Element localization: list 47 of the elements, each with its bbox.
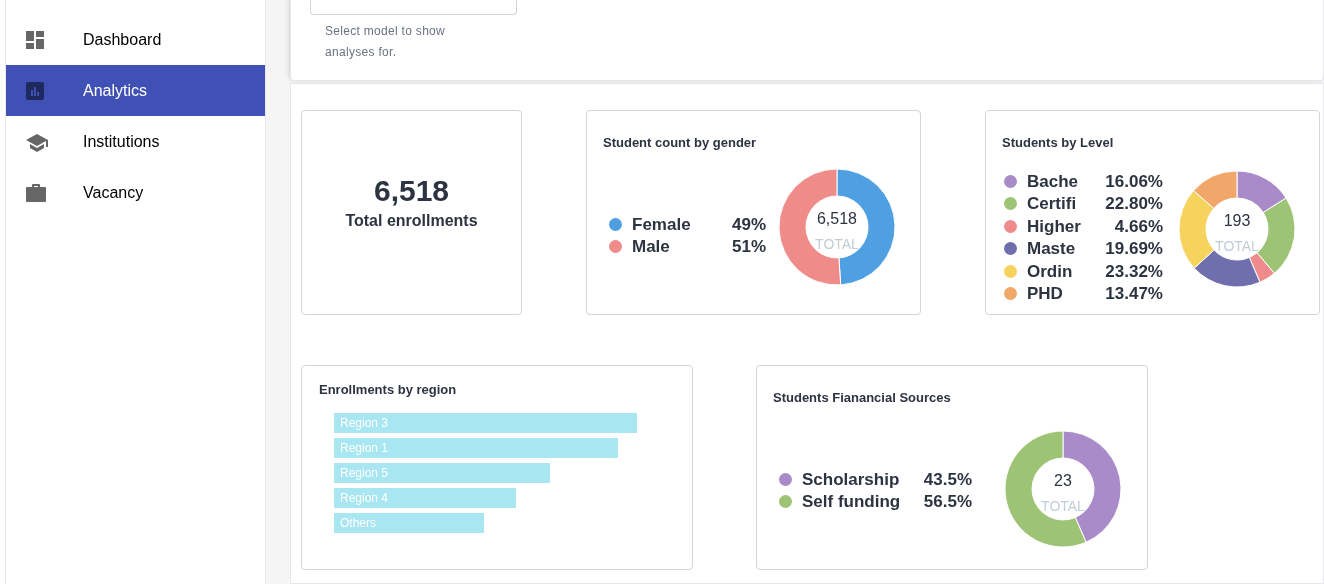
legend-label: Certifi [1027, 194, 1077, 213]
card-title: Students by Level [1002, 134, 1114, 152]
legend-label: Self funding [802, 492, 901, 511]
donut-total-label: TOTAL [814, 235, 860, 254]
region-bar: Region 5 [334, 462, 550, 483]
bar-chart-icon [25, 80, 45, 101]
legend-percent: 43.5% [922, 468, 972, 491]
nav-item[interactable]: Analytics [6, 65, 265, 116]
legend-label: Male [632, 237, 670, 256]
legend-percent: 56.5% [922, 491, 972, 513]
donut-total-label: TOTAL [1214, 237, 1260, 256]
dashboard-icon [25, 29, 45, 50]
nav-item[interactable]: Dashboard [6, 14, 265, 65]
legend-percent: 19.69% [1104, 238, 1163, 260]
card-title: Students Fianancial Sources [773, 389, 951, 407]
card-title: Student count by gender [603, 134, 757, 152]
legend-percent: 51% [730, 236, 766, 258]
region-bar: Others [334, 512, 484, 533]
helper-text: Select model to show analyses for. [324, 23, 447, 61]
legend-percent: 4.66% [1113, 215, 1163, 238]
card-title: Enrollments by region [319, 381, 458, 399]
legend-percent: 49% [730, 213, 766, 236]
donut-total-label: TOTAL [1040, 497, 1086, 516]
legend-label: Scholarship [802, 469, 900, 489]
legend-label: Ordin [1027, 261, 1073, 281]
region-bar: Region 4 [334, 487, 516, 508]
nav-item[interactable]: Vacancy [6, 167, 265, 218]
region-bar: Region 3 [334, 412, 637, 433]
total-label: Total enrollments [345, 210, 478, 231]
legend-percent: 23.32% [1104, 260, 1163, 283]
graduation-cap-icon [25, 131, 49, 152]
legend-label: Higher [1027, 216, 1081, 236]
legend-label: Bache [1027, 171, 1079, 191]
region-bar: Region 1 [334, 437, 618, 458]
nav-item[interactable]: Institutions [6, 116, 265, 167]
legend-label: Female [632, 214, 691, 234]
donut-total: 193 [1222, 211, 1252, 231]
donut-total: 23 [1053, 471, 1073, 491]
select-field[interactable] [310, 0, 517, 15]
legend-label: PHD [1027, 284, 1063, 303]
donut-total: 6,518 [815, 209, 858, 229]
legend-percent: 13.47% [1104, 283, 1163, 305]
legend-percent: 16.06% [1104, 170, 1163, 193]
legend-label: Maste [1027, 239, 1076, 258]
briefcase-icon [25, 182, 47, 203]
legend-percent: 22.80% [1104, 193, 1163, 215]
total-value: 6,518 [373, 172, 450, 209]
